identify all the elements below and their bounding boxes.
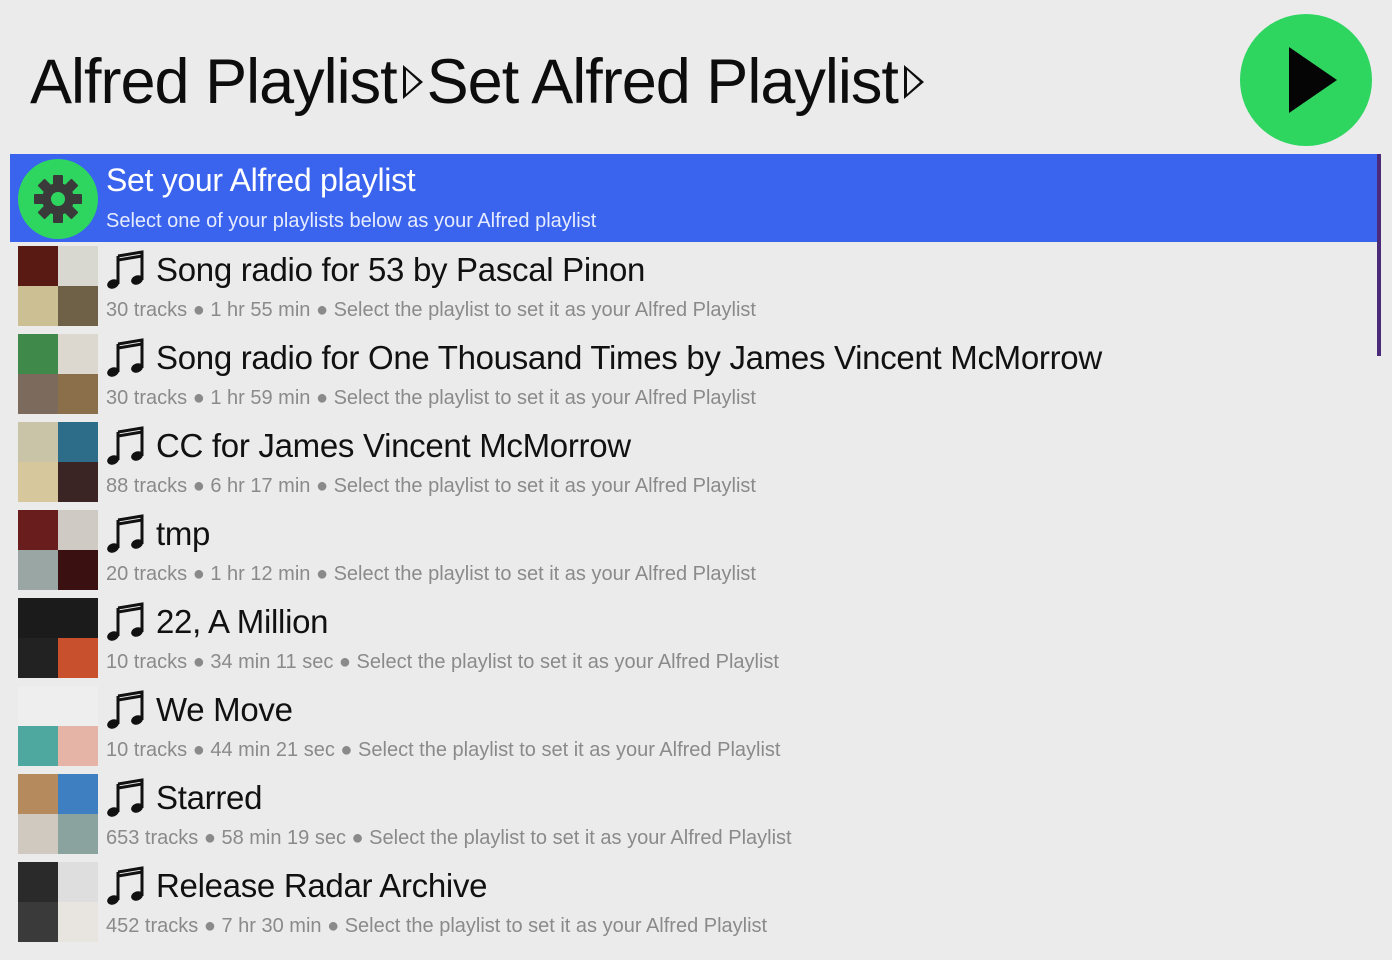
list-item-subtitle: Select one of your playlists below as yo… — [106, 210, 597, 232]
playlist-cover-mosaic — [18, 862, 98, 942]
cover-art-tile — [18, 814, 58, 854]
cover-art-tile — [18, 246, 58, 286]
list-item-title: Release Radar Archive — [156, 867, 488, 904]
music-note-icon — [107, 514, 144, 553]
list-item-playlist[interactable]: Release Radar Archive 452 tracks ● 7 hr … — [10, 858, 1378, 946]
list-item-playlist[interactable]: Song radio for One Thousand Times by Jam… — [10, 330, 1378, 418]
music-note-icon — [107, 778, 144, 817]
cover-art-tile — [58, 686, 98, 726]
playlist-cover-mosaic — [18, 246, 98, 326]
cover-art-tile — [58, 638, 98, 678]
query-segment-set-alfred-playlist: Set Alfred Playlist — [426, 47, 899, 117]
playlist-cover-mosaic — [18, 774, 98, 854]
cover-art-tile — [58, 598, 98, 638]
cover-art-tile — [58, 814, 98, 854]
list-item-subtitle: 30 tracks ● 1 hr 59 min ● Select the pla… — [106, 387, 756, 409]
cover-art-tile — [18, 902, 58, 942]
music-note-icon — [107, 338, 144, 377]
cover-art-tile — [18, 374, 58, 414]
cover-art-tile — [18, 862, 58, 902]
list-item-title: Starred — [156, 779, 263, 816]
music-note-icon — [107, 250, 144, 289]
list-item-subtitle: 30 tracks ● 1 hr 55 min ● Select the pla… — [106, 299, 756, 321]
triangle-separator-icon — [402, 65, 423, 100]
cover-art-tile — [18, 462, 58, 502]
cover-art-tile — [18, 286, 58, 326]
list-item-playlist[interactable]: 22, A Million 10 tracks ● 34 min 11 sec … — [10, 594, 1378, 682]
play-button[interactable] — [1240, 14, 1372, 146]
cover-art-tile — [18, 510, 58, 550]
list-item-title: Song radio for One Thousand Times by Jam… — [156, 339, 1102, 376]
cover-art-tile — [58, 334, 98, 374]
results-list: Set your Alfred playlist Select one of y… — [10, 154, 1378, 946]
list-item-title: 22, A Million — [156, 603, 329, 640]
gear-icon — [18, 159, 98, 239]
cover-art-tile — [58, 374, 98, 414]
list-item-subtitle: 88 tracks ● 6 hr 17 min ● Select the pla… — [106, 475, 756, 497]
cover-art-tile — [18, 686, 58, 726]
playlist-cover-mosaic — [18, 334, 98, 414]
triangle-separator-icon — [903, 65, 924, 100]
music-note-icon — [107, 426, 144, 465]
query-text[interactable]: Alfred Playlist Set Alfred Playlist — [30, 40, 928, 124]
music-note-icon — [107, 690, 144, 729]
list-item-subtitle: 10 tracks ● 44 min 21 sec ● Select the p… — [106, 739, 781, 761]
query-segment-alfred-playlist: Alfred Playlist — [30, 47, 398, 117]
list-item-playlist[interactable]: Song radio for 53 by Pascal Pinon 30 tra… — [10, 242, 1378, 330]
cover-art-tile — [58, 286, 98, 326]
list-item-playlist[interactable]: Starred 653 tracks ● 58 min 19 sec ● Sel… — [10, 770, 1378, 858]
music-note-icon — [107, 866, 144, 905]
playlist-cover-mosaic — [18, 598, 98, 678]
cover-art-tile — [58, 902, 98, 942]
cover-art-tile — [18, 334, 58, 374]
playlist-cover-mosaic — [18, 510, 98, 590]
play-icon — [1289, 47, 1337, 113]
playlist-cover-mosaic — [18, 686, 98, 766]
cover-art-tile — [18, 550, 58, 590]
list-item-subtitle: 10 tracks ● 34 min 11 sec ● Select the p… — [106, 651, 779, 673]
list-item-playlist[interactable]: CC for James Vincent McMorrow 88 tracks … — [10, 418, 1378, 506]
list-item-title: tmp — [156, 515, 211, 552]
cover-art-tile — [18, 598, 58, 638]
cover-art-tile — [18, 638, 58, 678]
list-item-subtitle: 20 tracks ● 1 hr 12 min ● Select the pla… — [106, 563, 756, 585]
cover-art-tile — [58, 510, 98, 550]
cover-art-tile — [58, 862, 98, 902]
cover-art-tile — [58, 246, 98, 286]
playlist-cover-mosaic — [18, 422, 98, 502]
cover-art-tile — [58, 774, 98, 814]
cover-art-tile — [18, 774, 58, 814]
cover-art-tile — [18, 726, 58, 766]
list-item-title: CC for James Vincent McMorrow — [156, 427, 631, 464]
cover-art-tile — [18, 422, 58, 462]
list-item-subtitle: 452 tracks ● 7 hr 30 min ● Select the pl… — [106, 915, 768, 937]
cover-art-tile — [58, 422, 98, 462]
list-item-title: Song radio for 53 by Pascal Pinon — [156, 251, 646, 288]
list-item-playlist[interactable]: We Move 10 tracks ● 44 min 21 sec ● Sele… — [10, 682, 1378, 770]
search-header: Alfred Playlist Set Alfred Playlist — [0, 0, 1392, 154]
music-note-icon — [107, 602, 144, 641]
cover-art-tile — [58, 550, 98, 590]
cover-art-tile — [58, 462, 98, 502]
list-item-playlist[interactable]: tmp 20 tracks ● 1 hr 12 min ● Select the… — [10, 506, 1378, 594]
list-item-subtitle: 653 tracks ● 58 min 19 sec ● Select the … — [106, 827, 792, 849]
list-item-title: Set your Alfred playlist — [106, 162, 416, 198]
cover-art-tile — [58, 726, 98, 766]
scrollbar[interactable] — [1377, 154, 1381, 356]
selected-list-item[interactable]: Set your Alfred playlist Select one of y… — [10, 154, 1378, 242]
list-item-title: We Move — [156, 691, 293, 728]
